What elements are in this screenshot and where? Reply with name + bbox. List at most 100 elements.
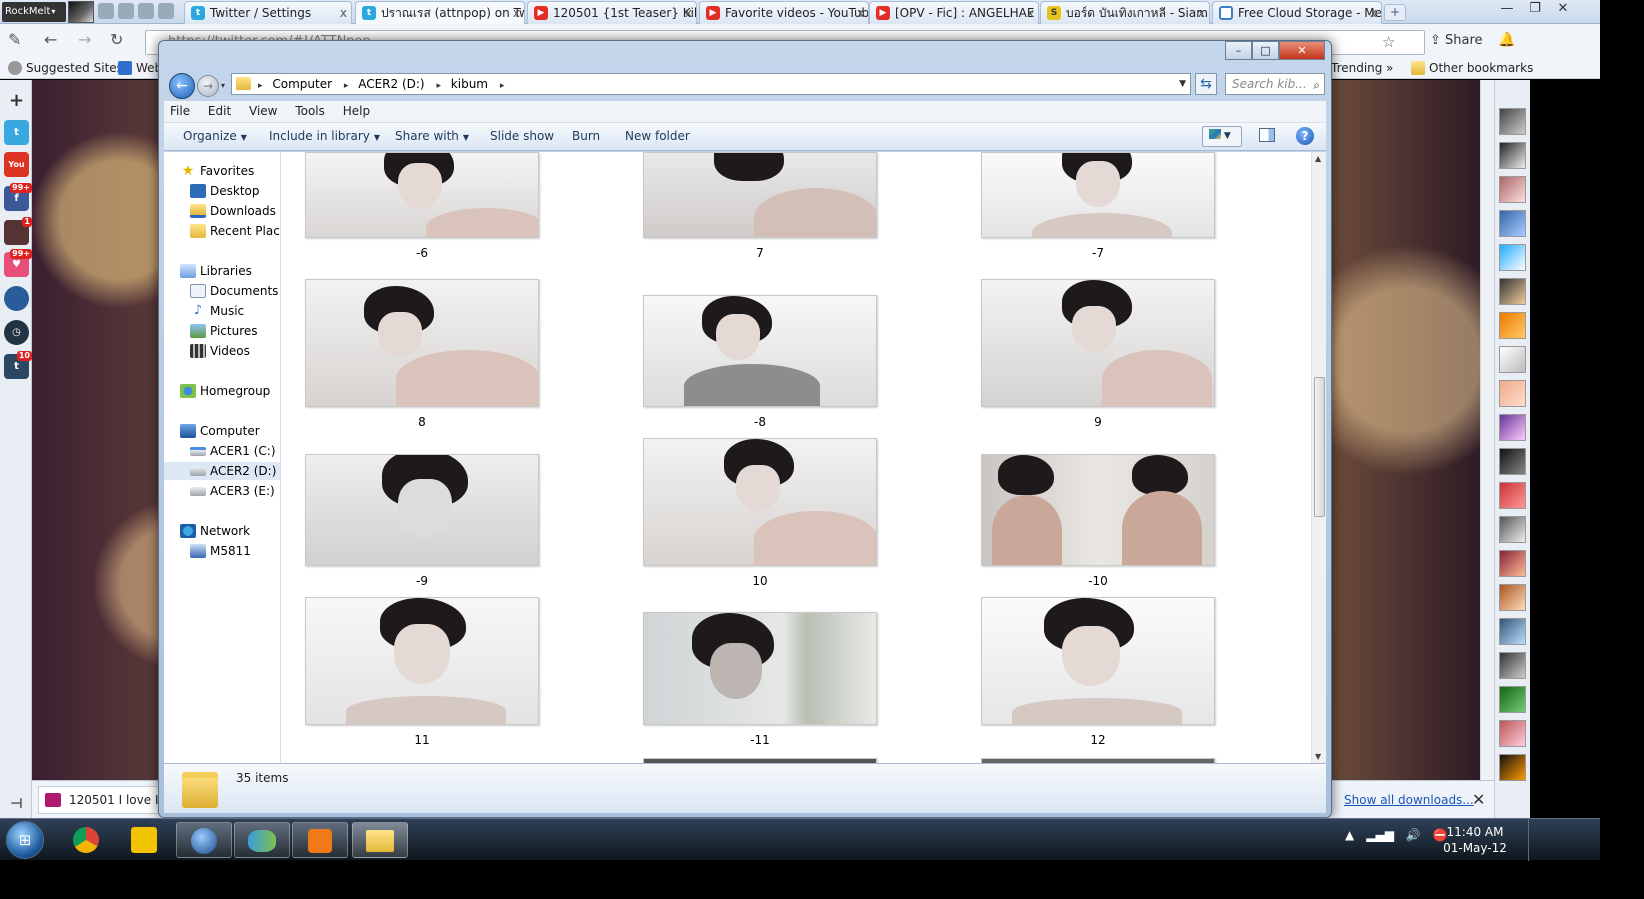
taskbar-clock[interactable]: 11:40 AM 01-May-12 — [1440, 824, 1510, 856]
taskbar-explorer[interactable] — [352, 822, 408, 858]
file-thumbnail[interactable] — [643, 438, 877, 566]
facebook-icon[interactable] — [98, 3, 114, 19]
tab-kibum-teaser[interactable]: ▶ 120501 {1st Teaser} Kiburx — [527, 1, 697, 24]
menu-view[interactable]: View — [249, 104, 277, 118]
close-button[interactable]: ✕ — [1552, 0, 1574, 18]
facebook-icon[interactable]: f 99+ — [4, 183, 32, 211]
search-input[interactable]: Search kib... ⌕ — [1225, 73, 1325, 95]
nav-homegroup[interactable]: Homegroup — [180, 382, 270, 400]
taskbar-rockmelt[interactable] — [116, 822, 172, 858]
forward-arrow-icon[interactable]: → — [78, 32, 91, 48]
breadcrumb-separator-icon[interactable]: ▸ — [500, 81, 505, 91]
tab-close-icon[interactable]: x — [513, 2, 520, 24]
file-thumbnail[interactable] — [643, 612, 877, 725]
tab-close-icon[interactable]: x — [685, 2, 692, 24]
friend-avatar[interactable] — [1499, 414, 1526, 441]
scroll-down-arrow-icon[interactable]: ▼ — [1315, 752, 1321, 761]
show-hidden-icons-icon[interactable]: ▲ — [1345, 828, 1354, 842]
friend-avatar[interactable] — [1499, 720, 1526, 747]
twitter-icon[interactable]: t — [4, 120, 29, 145]
show-all-downloads-link[interactable]: Show all downloads... — [1344, 793, 1474, 807]
breadcrumb-acer2[interactable]: ACER2 (D:) — [358, 77, 424, 91]
file-thumbnail[interactable] — [305, 597, 539, 725]
friend-avatar[interactable] — [1499, 448, 1526, 475]
tab-siam-board[interactable]: S บอร์ด บันเทิงเกาหลี - Siam x — [1040, 1, 1210, 24]
taskbar-chrome[interactable] — [58, 822, 114, 858]
chat-icon[interactable] — [118, 3, 134, 19]
bookmarks-overflow-chevron[interactable]: » — [1386, 59, 1393, 77]
file-thumbnail[interactable] — [305, 454, 539, 566]
friend-avatar[interactable] — [1499, 754, 1526, 781]
back-button[interactable]: ← — [169, 73, 195, 99]
file-thumbnail[interactable] — [643, 295, 877, 407]
breadcrumb-separator-icon[interactable]: ▸ — [344, 81, 349, 91]
preview-pane-toggle[interactable] — [1259, 128, 1275, 142]
friend-avatar[interactable] — [1499, 686, 1526, 713]
collapse-rail-icon[interactable]: ⊣ — [4, 792, 29, 817]
burn-button[interactable]: Burn — [572, 123, 600, 150]
friend-avatar[interactable] — [1499, 142, 1526, 169]
bookmark-star-icon[interactable]: ☆ — [1382, 33, 1395, 51]
breadcrumb-computer[interactable]: Computer — [272, 77, 332, 91]
nav-acer1-drive[interactable]: ACER1 (C:) — [190, 442, 276, 460]
nav-network[interactable]: Network — [180, 522, 250, 540]
page-scrollbar[interactable] — [1480, 80, 1494, 780]
close-button[interactable]: ✕ — [1279, 41, 1325, 60]
friend-avatar[interactable] — [1499, 618, 1526, 645]
nav-documents[interactable]: Documents — [190, 282, 278, 300]
minimize-button[interactable]: – — [1225, 41, 1252, 60]
close-downloads-icon[interactable]: ✕ — [1472, 790, 1485, 809]
tab-close-icon[interactable]: x — [857, 2, 864, 24]
breadcrumb-separator-icon[interactable]: ▸ — [258, 81, 263, 91]
nav-desktop[interactable]: Desktop — [190, 182, 260, 200]
menu-help[interactable]: Help — [343, 104, 370, 118]
taskbar-messenger[interactable] — [234, 822, 290, 858]
friend-avatar[interactable] — [1499, 380, 1526, 407]
user-avatar[interactable] — [68, 1, 94, 23]
menu-tools[interactable]: Tools — [295, 104, 325, 118]
nav-m5811[interactable]: M5811 — [190, 542, 251, 560]
tab-twitter-settings[interactable]: t Twitter / Settings x — [184, 1, 352, 24]
maximize-button[interactable]: □ — [1252, 41, 1279, 60]
nav-downloads[interactable]: Downloads — [190, 202, 276, 220]
globe-icon[interactable] — [4, 286, 29, 311]
file-thumbnail[interactable] — [643, 152, 877, 238]
taskbar-media-player[interactable] — [292, 822, 348, 858]
address-breadcrumb[interactable]: ▸ Computer ▸ ACER2 (D:) ▸ kibum ▸ ▼ — [231, 73, 1191, 95]
minimize-button[interactable]: — — [1496, 0, 1518, 18]
share-button[interactable]: ⇪ Share — [1430, 30, 1483, 52]
menu-file[interactable]: File — [170, 104, 190, 118]
friend-avatar[interactable] — [1499, 210, 1526, 237]
tab-attnpop-twitter[interactable]: t ปราณเรส (attnpop) on Tw x — [355, 1, 525, 24]
tab-close-icon[interactable]: x — [1198, 2, 1205, 24]
share-icon[interactable] — [138, 3, 154, 19]
recent-pages-chevron-icon[interactable]: ▾ — [221, 81, 225, 90]
file-thumbnail[interactable] — [305, 152, 539, 238]
bookmark-trending[interactable]: Trending — [1331, 59, 1382, 77]
tab-free-cloud[interactable]: Free Cloud Storage - Me x — [1212, 1, 1382, 24]
file-list-scrollbar[interactable]: ▲ ▼ — [1311, 152, 1326, 763]
nav-libraries[interactable]: Libraries — [180, 262, 252, 280]
refresh-button[interactable]: ⇆ — [1195, 73, 1217, 95]
forward-button[interactable]: → — [197, 75, 219, 97]
tab-close-icon[interactable]: x — [1370, 2, 1377, 24]
friend-avatar[interactable] — [1499, 244, 1526, 271]
tab-close-icon[interactable]: x — [340, 2, 347, 24]
nav-videos[interactable]: Videos — [190, 342, 250, 360]
friend-avatar[interactable] — [1499, 482, 1526, 509]
photo-feed-icon[interactable]: 1 — [4, 217, 32, 245]
include-in-library-button[interactable]: Include in library ▼ — [269, 123, 380, 151]
download-item[interactable]: 120501 I love Italy — [38, 786, 168, 814]
tumblr-icon[interactable]: t 10 — [4, 351, 32, 379]
rockmelt-menu-button[interactable]: RockMelt▾ — [2, 2, 66, 22]
scrollbar-thumb[interactable] — [1314, 377, 1325, 517]
tab-favorite-videos[interactable]: ▶ Favorite videos - YouTub x — [699, 1, 869, 24]
youtube-icon[interactable]: You — [4, 152, 29, 177]
file-thumbnail[interactable] — [981, 454, 1215, 566]
friend-avatar[interactable] — [1499, 584, 1526, 611]
volume-icon[interactable]: 🔊 — [1406, 828, 1421, 842]
taskbar-network-app[interactable] — [176, 822, 232, 858]
new-tab-button[interactable]: + — [1384, 4, 1406, 21]
change-view-button[interactable]: ▼ — [1202, 126, 1242, 147]
heart-icon[interactable]: ♥ 99+ — [4, 249, 32, 277]
